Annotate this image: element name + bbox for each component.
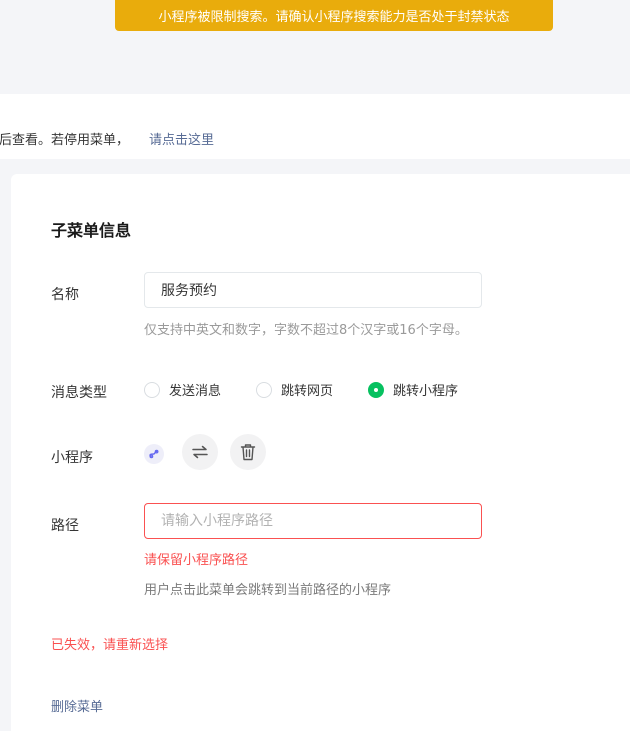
path-hint: 用户点击此菜单会跳转到当前路径的小程序 — [144, 583, 392, 598]
radio-jump-webpage[interactable]: 跳转网页 — [256, 380, 333, 399]
swap-miniprogram-button[interactable] — [182, 434, 218, 470]
delete-miniprogram-button[interactable] — [230, 434, 266, 470]
miniprogram-logo-icon — [149, 449, 159, 459]
message-type-label: 消息类型 — [51, 385, 107, 401]
message-type-radio-group: 发送消息 跳转网页 跳转小程序 — [144, 380, 493, 399]
section-title: 子菜单信息 — [51, 221, 132, 240]
notice-bar: 稍后查看。若停用菜单， 请点击这里 — [0, 94, 630, 159]
radio-jump-miniprogram[interactable]: 跳转小程序 — [368, 380, 458, 399]
trash-icon — [240, 444, 256, 461]
path-label: 路径 — [51, 518, 79, 534]
disable-menu-link[interactable]: 请点击这里 — [149, 129, 214, 148]
radio-label: 发送消息 — [169, 384, 222, 399]
radio-button[interactable] — [256, 381, 273, 398]
swap-icon — [192, 445, 208, 459]
miniprogram-icon — [144, 444, 164, 464]
submenu-panel: 子菜单信息 名称 仅支持中英文和数字，字数不超过8个汉字或16个字母。 消息类型… — [11, 174, 630, 731]
radio-button-checked[interactable] — [368, 381, 385, 398]
radio-label: 跳转小程序 — [393, 384, 459, 399]
radio-send-message[interactable]: 发送消息 — [144, 380, 221, 399]
search-restricted-warning: 小程序被限制搜索。请确认小程序搜索能力是否处于封禁状态 — [115, 0, 553, 31]
name-hint: 仅支持中英文和数字，字数不超过8个汉字或16个字母。 — [144, 323, 468, 338]
notice-text: 稍后查看。若停用菜单， — [0, 133, 130, 148]
name-input[interactable] — [144, 272, 482, 308]
miniprogram-label: 小程序 — [51, 450, 93, 466]
radio-label: 跳转网页 — [281, 384, 334, 399]
name-label: 名称 — [51, 287, 79, 303]
delete-menu-link[interactable]: 删除菜单 — [51, 696, 103, 715]
path-input[interactable] — [144, 503, 482, 539]
path-error: 请保留小程序路径 — [144, 553, 249, 568]
invalid-notice: 已失效，请重新选择 — [51, 638, 169, 653]
radio-button[interactable] — [144, 381, 160, 398]
